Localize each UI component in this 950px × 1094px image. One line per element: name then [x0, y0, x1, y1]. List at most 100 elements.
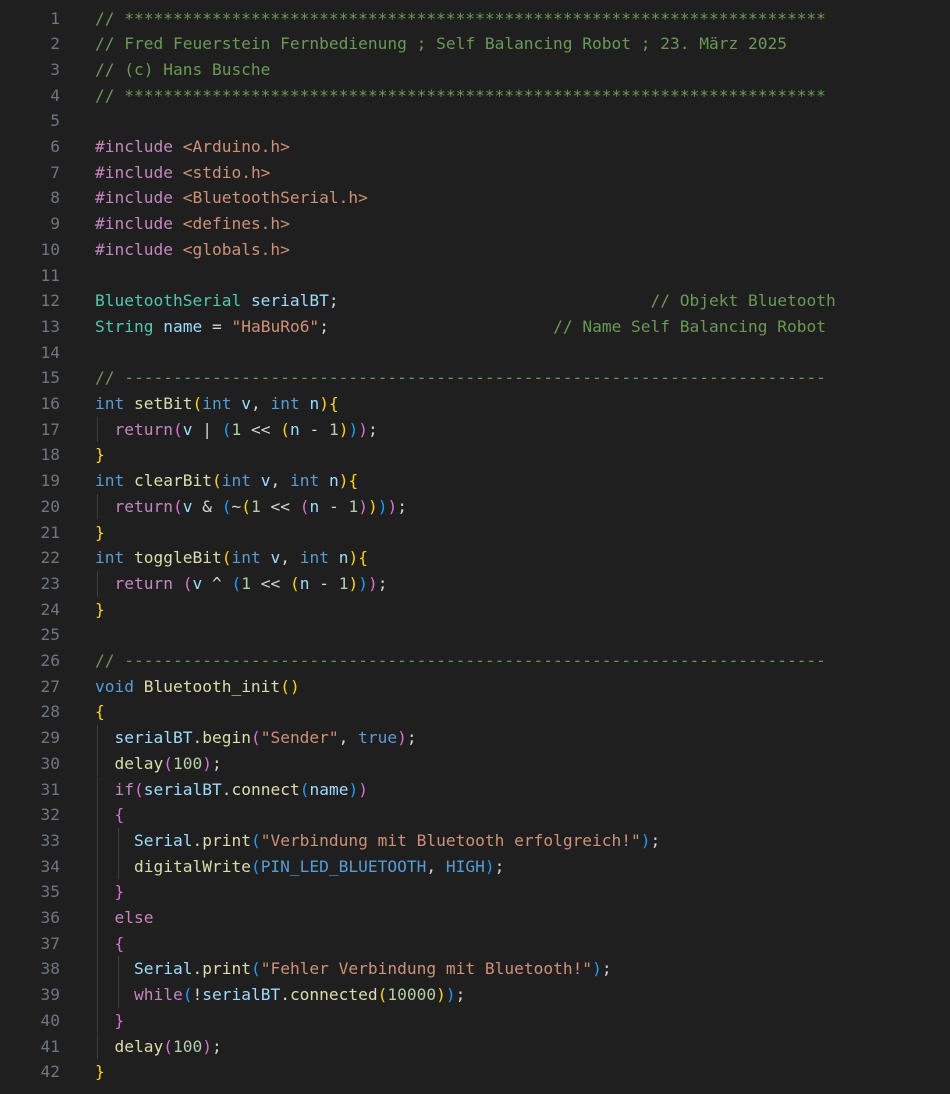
- code-token: n: [309, 496, 320, 516]
- code-line[interactable]: 42}: [0, 1059, 950, 1085]
- code-line[interactable]: 28 {: [0, 699, 950, 725]
- line-code: #include <Arduino.h>: [95, 134, 290, 160]
- code-line[interactable]: 27 void Bluetooth_init(): [0, 674, 950, 700]
- code-line[interactable]: 14: [0, 340, 950, 366]
- line-number: 16: [40, 394, 61, 413]
- code-line[interactable]: 38 Serial.print("Fehler Verbindung mit B…: [0, 956, 950, 983]
- code-line[interactable]: 36 else: [0, 905, 950, 931]
- line-number: 31: [40, 779, 61, 799]
- code-line[interactable]: 22 int toggleBit(int v, int n){: [0, 545, 950, 571]
- code-token: void: [95, 676, 134, 696]
- code-line[interactable]: 29 serialBT.begin("Sender", true);: [0, 725, 950, 751]
- code-token: |: [192, 419, 222, 439]
- code-line[interactable]: 41 delay(100);: [0, 1033, 950, 1060]
- code-line[interactable]: 7 #include <stdio.h>: [0, 160, 950, 186]
- code-line[interactable]: 40 }: [0, 1007, 950, 1034]
- code-token: ): [445, 985, 456, 1005]
- code-line[interactable]: 35 }: [0, 879, 950, 905]
- code-line[interactable]: 5: [0, 108, 950, 134]
- line-code: }: [95, 597, 105, 623]
- code-token: n: [328, 471, 339, 491]
- code-line[interactable]: 37 {: [0, 930, 950, 957]
- code-token: ): [338, 419, 349, 439]
- code-line[interactable]: 23 return (v ^ (1 << (n - 1)));: [0, 570, 950, 597]
- code-editor[interactable]: 1 // ************************************…: [0, 0, 950, 1094]
- code-token: int: [289, 471, 320, 491]
- line-number: 42: [40, 1062, 61, 1082]
- code-line[interactable]: 9 #include <defines.h>: [0, 211, 950, 237]
- line-number: 20: [40, 496, 61, 516]
- code-line[interactable]: 21}: [0, 520, 950, 546]
- code-token: delay: [114, 753, 164, 773]
- code-token: Serial: [133, 830, 193, 850]
- code-token: (: [221, 548, 232, 568]
- code-line[interactable]: 33 Serial.print("Verbindung mit Bluetoot…: [0, 827, 950, 854]
- code-line[interactable]: 13 String name = "HaBuRo6"; // Name Self …: [0, 314, 950, 340]
- code-token: .: [221, 779, 232, 799]
- code-line[interactable]: 30 delay(100);: [0, 750, 950, 777]
- line-number: 13: [40, 316, 61, 336]
- code-token: (: [163, 753, 173, 773]
- code-line[interactable]: 18}: [0, 442, 950, 468]
- code-line[interactable]: 8 #include <BluetoothSerial.h>: [0, 185, 950, 211]
- line-number: 22: [40, 548, 61, 568]
- code-token: clearBit: [134, 471, 212, 491]
- code-line[interactable]: 19 int clearBit(int v, int n){: [0, 468, 950, 494]
- code-line[interactable]: 31 if(serialBT.connect(name)): [0, 776, 950, 803]
- line-code: else: [95, 905, 154, 931]
- code-line[interactable]: 2 // Fred Feuerstein Fernbedienung ; Self…: [0, 31, 950, 57]
- code-token: ): [289, 676, 300, 696]
- code-line[interactable]: 20 return(v & (~(1 << (n - 1))));: [0, 493, 950, 520]
- code-token: ): [640, 830, 651, 850]
- code-token: HIGH: [445, 856, 485, 876]
- code-token: <<: [250, 573, 290, 593]
- line-number: 34: [40, 856, 61, 876]
- code-line[interactable]: 11: [0, 263, 950, 289]
- code-line[interactable]: 16 int setBit(int v, int n){: [0, 391, 950, 417]
- line-code: return (v ^ (1 << (n - 1)));: [95, 571, 388, 597]
- code-line[interactable]: 1 // ************************************…: [0, 6, 950, 32]
- code-token: // Objekt Bluetooth: [650, 291, 836, 311]
- code-line[interactable]: 39 while(!serialBT.connected(10000));: [0, 982, 950, 1008]
- line-number: 25: [40, 625, 61, 645]
- line-code: {: [95, 931, 125, 957]
- code-token: <<: [260, 496, 300, 516]
- code-line[interactable]: 4 // ************************************…: [0, 83, 950, 109]
- code-token: ): [377, 496, 388, 516]
- code-line[interactable]: 34 digitalWrite(PIN_LED_BLUETOOTH, HIGH)…: [0, 853, 950, 880]
- line-code: #include <globals.h>: [95, 237, 290, 263]
- code-line[interactable]: 15 // -----------------------------------…: [0, 365, 950, 391]
- code-line[interactable]: 24}: [0, 597, 950, 623]
- code-token: v: [270, 548, 281, 568]
- code-token: ): [436, 985, 446, 1005]
- code-token: ): [358, 573, 368, 593]
- code-token: serialBT: [250, 291, 329, 311]
- code-line[interactable]: 3 // (c) Hans Busche: [0, 57, 950, 83]
- code-token: (: [211, 471, 222, 491]
- code-token: <defines.h>: [182, 214, 290, 234]
- code-line[interactable]: 25: [0, 622, 950, 648]
- code-token: 10000: [387, 985, 437, 1005]
- line-code: int setBit(int v, int n){: [95, 391, 339, 417]
- code-token: true: [358, 728, 398, 748]
- code-line[interactable]: 6 #include <Arduino.h>: [0, 134, 950, 160]
- code-line[interactable]: 10 #include <globals.h>: [0, 237, 950, 263]
- code-token: (: [377, 985, 388, 1005]
- code-line[interactable]: 32 {: [0, 802, 950, 828]
- code-line[interactable]: 12 BluetoothSerial serialBT; // Objekt Bl…: [0, 288, 950, 314]
- code-token: ): [348, 779, 359, 799]
- code-token: 1: [231, 419, 242, 439]
- code-line[interactable]: 26 // -----------------------------------…: [0, 648, 950, 674]
- line-code: }: [95, 520, 105, 546]
- code-token: digitalWrite: [133, 856, 251, 876]
- line-number: 3: [50, 59, 60, 79]
- line-number: 2: [50, 34, 60, 54]
- line-number: 1: [50, 8, 60, 28]
- code-token: ,: [280, 548, 300, 568]
- code-line[interactable]: 17 return(v | (1 << (n - 1)));: [0, 416, 950, 443]
